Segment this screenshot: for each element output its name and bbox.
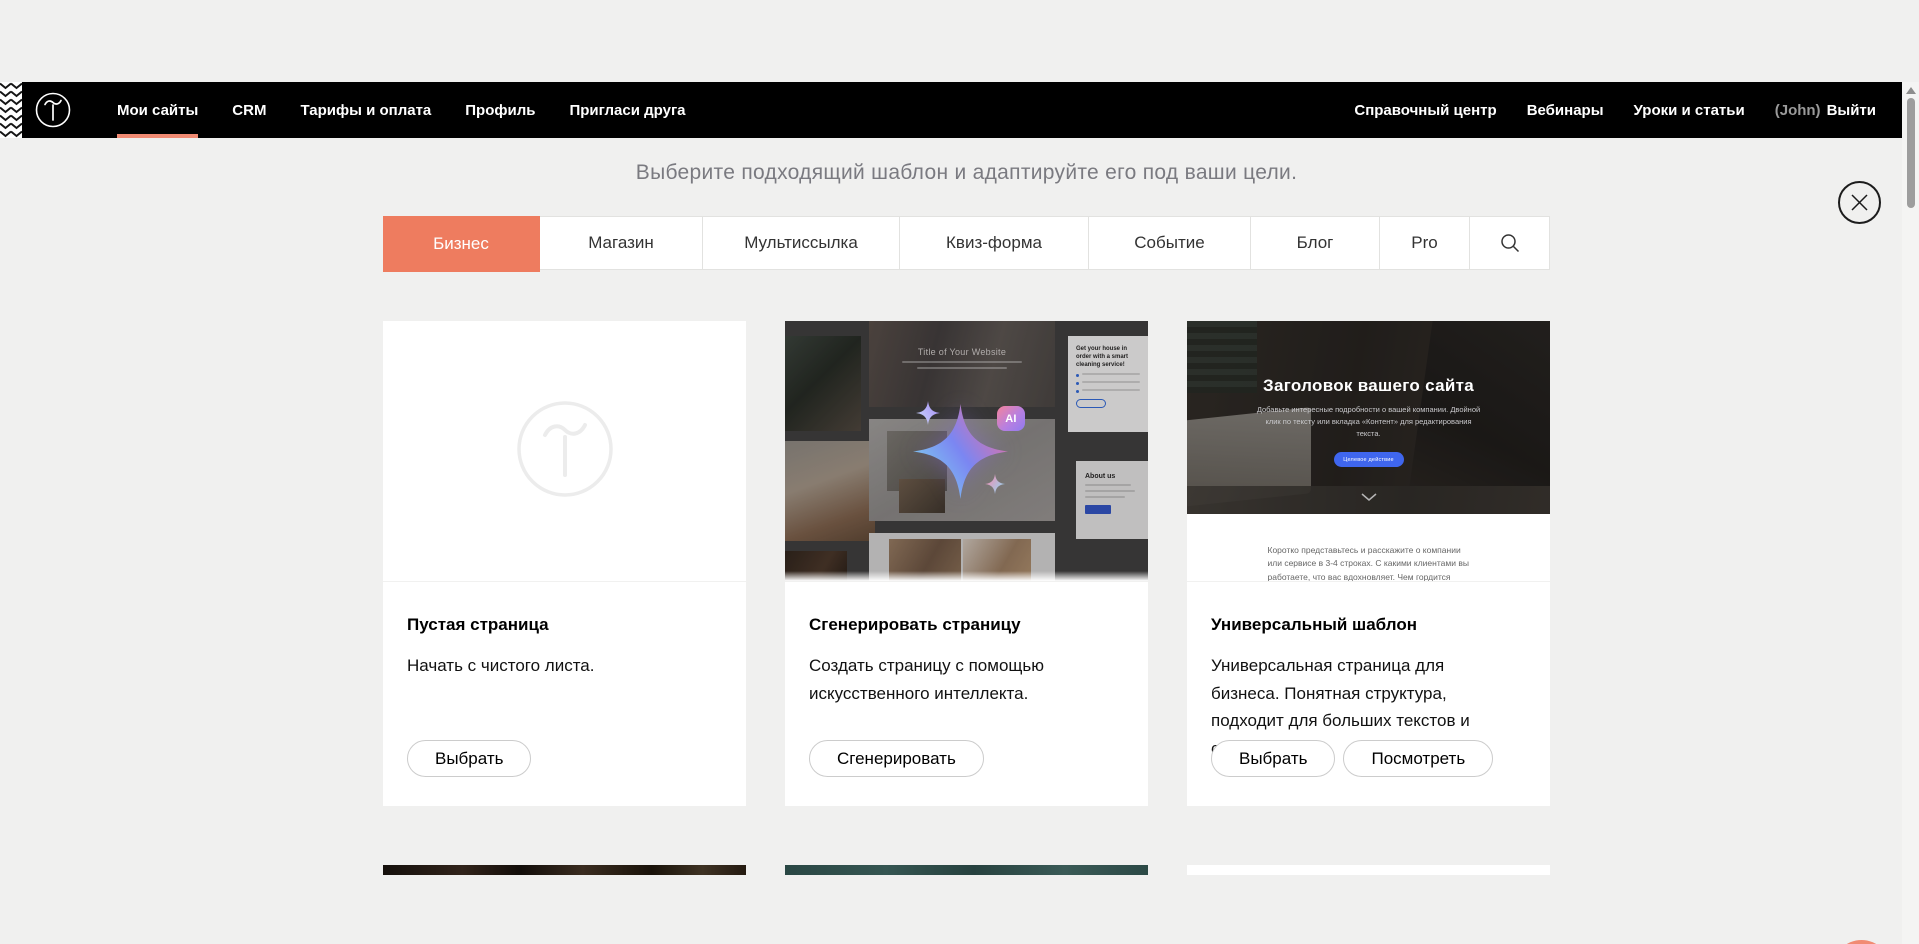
card-generate-ai: Title of Your Website Get your house in … (785, 321, 1148, 806)
tab-quiz-form[interactable]: Квиз-форма (900, 217, 1089, 269)
ai-badge: AI (997, 406, 1025, 431)
new-page-dialog: Новая страница Выберите подходящий шабло… (383, 82, 1550, 875)
tab-business[interactable]: Бизнес (383, 216, 540, 272)
preview-hero-subtitle: Добавьте интересные подробности о вашей … (1254, 404, 1484, 440)
card-body: Сгенерировать страницу Создать страницу … (785, 582, 1148, 805)
nav-item-crm[interactable]: CRM (232, 82, 266, 138)
card-blank-page: Пустая страница Начать с чистого листа. … (383, 321, 746, 806)
template-card-partial[interactable] (383, 865, 746, 875)
card-title: Универсальный шаблон (1211, 615, 1526, 635)
nav-item-invite-friend[interactable]: Пригласи друга (569, 82, 685, 138)
user-name: (John) (1775, 102, 1821, 119)
ai-generate-preview: Title of Your Website Get your house in … (785, 321, 1148, 582)
tab-event[interactable]: Событие (1089, 217, 1251, 269)
card-title: Пустая страница (407, 615, 722, 635)
card-title: Сгенерировать страницу (809, 615, 1124, 635)
ai-sparkle-small-icon (916, 401, 940, 425)
template-cards-row-partial (383, 865, 1550, 875)
search-icon (1499, 232, 1521, 254)
universal-select-button[interactable]: Выбрать (1211, 740, 1335, 777)
card-body: Пустая страница Начать с чистого листа. … (383, 582, 746, 805)
tab-pro[interactable]: Pro (1380, 217, 1470, 269)
nav-item-webinars[interactable]: Вебинары (1527, 82, 1604, 138)
nav-item-profile[interactable]: Профиль (465, 82, 535, 138)
tab-multilink[interactable]: Мультиссылка (703, 217, 900, 269)
preview-text-section: Коротко представьтесь и расскажите о ком… (1187, 514, 1550, 582)
close-button[interactable] (1838, 181, 1881, 224)
navbar-left-menu: Мои сайты CRM Тарифы и оплата Профиль Пр… (117, 82, 686, 138)
tab-shop[interactable]: Магазин (540, 217, 703, 269)
universal-view-button[interactable]: Посмотреть (1343, 740, 1493, 777)
nav-item-help-center[interactable]: Справочный центр (1354, 82, 1496, 138)
generate-button[interactable]: Сгенерировать (809, 740, 984, 777)
help-button[interactable]: ? (1833, 940, 1890, 944)
card-universal-template: Заголовок вашего сайта Добавьте интересн… (1187, 321, 1550, 806)
template-category-tabs: Бизнес Магазин Мультиссылка Квиз-форма С… (383, 216, 1550, 270)
universal-template-preview: Заголовок вашего сайта Добавьте интересн… (1187, 321, 1550, 582)
tilda-watermark-icon (515, 399, 615, 504)
logout-link[interactable]: Выйти (1827, 102, 1876, 119)
page-subtitle: Выберите подходящий шаблон и адаптируйте… (383, 161, 1550, 185)
user-area: (John) Выйти (1775, 102, 1876, 119)
template-cards-row: Пустая страница Начать с чистого листа. … (383, 321, 1550, 806)
zigzag-pattern (0, 82, 22, 138)
preview-hero-title: Заголовок вашего сайта (1187, 376, 1550, 396)
navbar-right-menu: Справочный центр Вебинары Уроки и статьи… (1354, 82, 1902, 138)
tab-search[interactable] (1470, 217, 1549, 269)
template-card-partial[interactable] (1187, 865, 1550, 875)
blank-page-select-button[interactable]: Выбрать (407, 740, 531, 777)
nav-item-my-sites[interactable]: Мои сайты (117, 82, 198, 138)
chevron-down-icon (1361, 488, 1377, 506)
scrollbar-thumb[interactable] (1907, 98, 1915, 208)
ai-sparkle-small-icon (985, 474, 1005, 494)
top-navbar: Мои сайты CRM Тарифы и оплата Профиль Пр… (0, 82, 1902, 138)
preview-body-text: Коротко представьтесь и расскажите о ком… (1268, 544, 1470, 582)
template-card-partial[interactable] (785, 865, 1148, 875)
tilda-logo[interactable] (34, 91, 72, 129)
card-body: Универсальный шаблон Универсальная стран… (1187, 582, 1550, 805)
preview-cta-button: Целевое действие (1334, 452, 1404, 467)
card-description: Начать с чистого листа. (407, 652, 707, 680)
tab-blog[interactable]: Блог (1251, 217, 1380, 269)
nav-item-plans-payment[interactable]: Тарифы и оплата (300, 82, 431, 138)
card-description: Создать страницу с помощью искусственног… (809, 652, 1109, 707)
scrollbar[interactable] (1902, 82, 1919, 944)
close-icon (1851, 194, 1868, 211)
preview-hero-section: Заголовок вашего сайта Добавьте интересн… (1187, 321, 1550, 514)
blank-page-preview (383, 321, 746, 582)
nav-item-lessons-articles[interactable]: Уроки и статьи (1634, 82, 1745, 138)
scrollbar-up-arrow[interactable] (1906, 87, 1916, 94)
